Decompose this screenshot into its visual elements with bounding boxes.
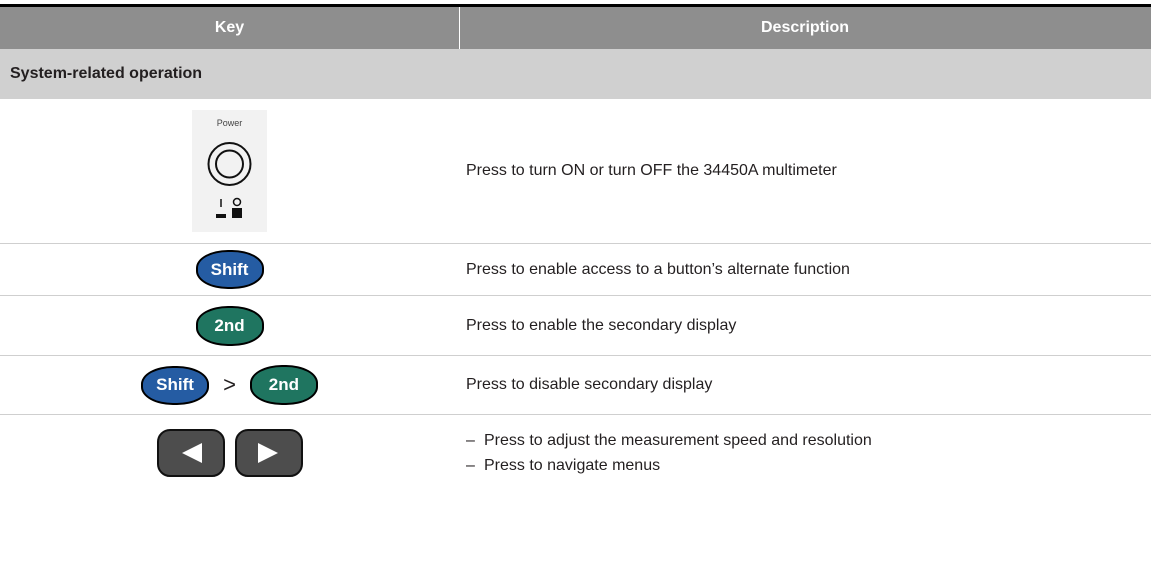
then-arrow: >: [223, 372, 236, 397]
bullet-list: – Press to adjust the measurement speed a…: [466, 425, 872, 482]
power-button-icon: Power: [192, 110, 267, 232]
header-key: Key: [214, 19, 245, 36]
table-header: Key Description: [0, 4, 1151, 49]
key-cell: Power: [0, 99, 459, 243]
table-row: Shift Press to enable access to a button…: [0, 244, 1151, 296]
second-key-icon: 2nd: [195, 305, 264, 346]
second-key-icon: 2nd: [249, 365, 318, 405]
key-cell: [0, 415, 459, 491]
table-row: Shift > 2nd Press to disable secondary d…: [0, 356, 1151, 415]
right-arrow-icon: [234, 429, 303, 477]
table-row: 2nd Press to enable the secondary displa…: [0, 296, 1151, 356]
description-cell: Press to enable access to a button’s alt…: [466, 260, 850, 278]
key-table: Key Description System-related operation…: [0, 4, 1151, 491]
key-cell: Shift: [0, 244, 459, 295]
section-title: System-related operation: [0, 49, 1151, 99]
description-cell: Press to turn ON or turn OFF the 34450A …: [466, 162, 837, 179]
description-cell: Press to disable secondary display: [466, 376, 713, 393]
table-row: Power Press to turn ON or turn OFF the 3…: [0, 99, 1151, 244]
header-description: Description: [760, 19, 849, 36]
left-arrow-icon: [156, 429, 225, 477]
list-item: – Press to adjust the measurement speed a…: [466, 431, 872, 449]
list-item: – Press to navigate menus: [466, 456, 661, 474]
description-cell: Press to enable the secondary display: [466, 316, 737, 334]
table-row: – Press to adjust the measurement speed a…: [0, 415, 1151, 491]
description-cell: – Press to adjust the measurement speed a…: [466, 415, 1141, 491]
key-cell: Shift > 2nd: [0, 356, 459, 414]
shift-key-icon: Shift: [141, 365, 210, 405]
shift-key-icon: Shift: [195, 250, 264, 289]
key-cell: 2nd: [0, 296, 459, 355]
